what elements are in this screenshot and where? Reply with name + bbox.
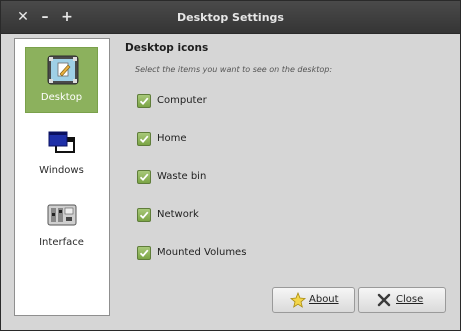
about-button[interactable]: About [272,287,355,313]
checkbox-checked-icon[interactable] [137,208,151,222]
checkbox-label: Waste bin [157,171,207,182]
sidebar-item-label: Desktop [40,92,83,103]
sidebar-item-windows[interactable]: Windows [25,121,98,187]
settings-window: ✕ – + Desktop Settings Desktop Windows I… [0,0,461,331]
checkbox-label: Computer [157,95,207,106]
checkbox-checked-icon[interactable] [137,132,151,146]
close-button-label: Close [396,294,424,305]
window-maximize-icon[interactable]: + [59,9,75,25]
windows-icon [48,131,75,153]
about-button-label: About [309,294,339,305]
sidebar: Desktop Windows Interface [14,38,110,316]
checkbox-checked-icon[interactable] [137,246,151,260]
sidebar-item-desktop[interactable]: Desktop [25,47,98,113]
window-minimize-icon[interactable]: – [37,9,53,25]
close-button[interactable]: Close [358,287,446,313]
close-icon [377,293,391,307]
interface-icon [47,204,77,226]
section-title: Desktop icons [125,42,209,54]
checkbox-label: Home [157,133,187,144]
sidebar-item-label: Windows [39,165,84,176]
sidebar-item-interface[interactable]: Interface [25,193,98,259]
sidebar-item-label: Interface [39,237,84,248]
checkbox-label: Network [157,209,199,220]
checkbox-label: Mounted Volumes [157,247,247,258]
star-icon [290,292,306,308]
checkbox-checked-icon[interactable] [137,170,151,184]
section-description: Select the items you want to see on the … [135,65,333,74]
checkbox-checked-icon[interactable] [137,94,151,108]
desktop-icon [47,55,79,85]
window-close-icon[interactable]: ✕ [15,9,31,25]
title-bar[interactable]: ✕ – + Desktop Settings [1,1,460,34]
desktop-icons-panel: Desktop icons Select the items you want … [125,38,445,278]
